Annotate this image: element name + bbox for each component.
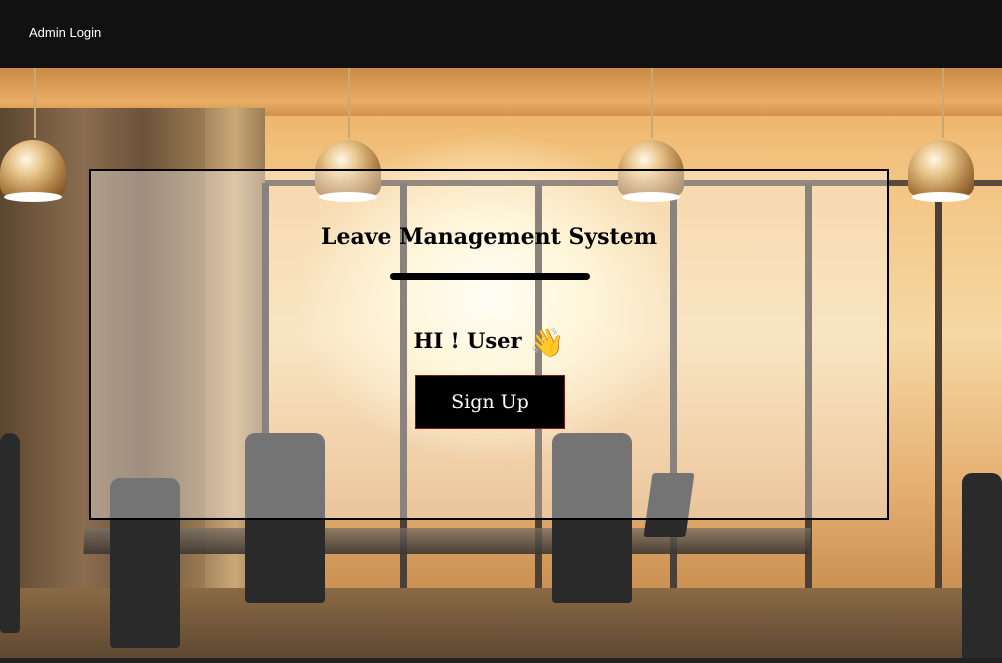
top-navbar: Admin Login [0,0,1002,68]
lamp-cord [348,68,350,138]
welcome-card: Leave Management System HI ! User 👋 Sign … [89,169,889,520]
chair [962,473,1002,663]
title-divider [390,273,590,280]
page-title: Leave Management System [321,224,657,250]
lamp-cord [651,68,653,138]
conference-table [83,528,811,554]
chair [0,433,20,633]
window-mullion [935,183,942,603]
lamp-cord [942,68,944,138]
waving-hand-icon: 👋 [529,326,565,359]
greeting: HI ! User 👋 [91,326,887,359]
bottom-strip [0,658,1002,663]
admin-login-link[interactable]: Admin Login [29,25,101,40]
lamp-cord [34,68,36,138]
sign-up-button[interactable]: Sign Up [415,375,565,429]
greeting-text: HI ! User [413,328,522,353]
pendant-lamp [908,140,974,202]
